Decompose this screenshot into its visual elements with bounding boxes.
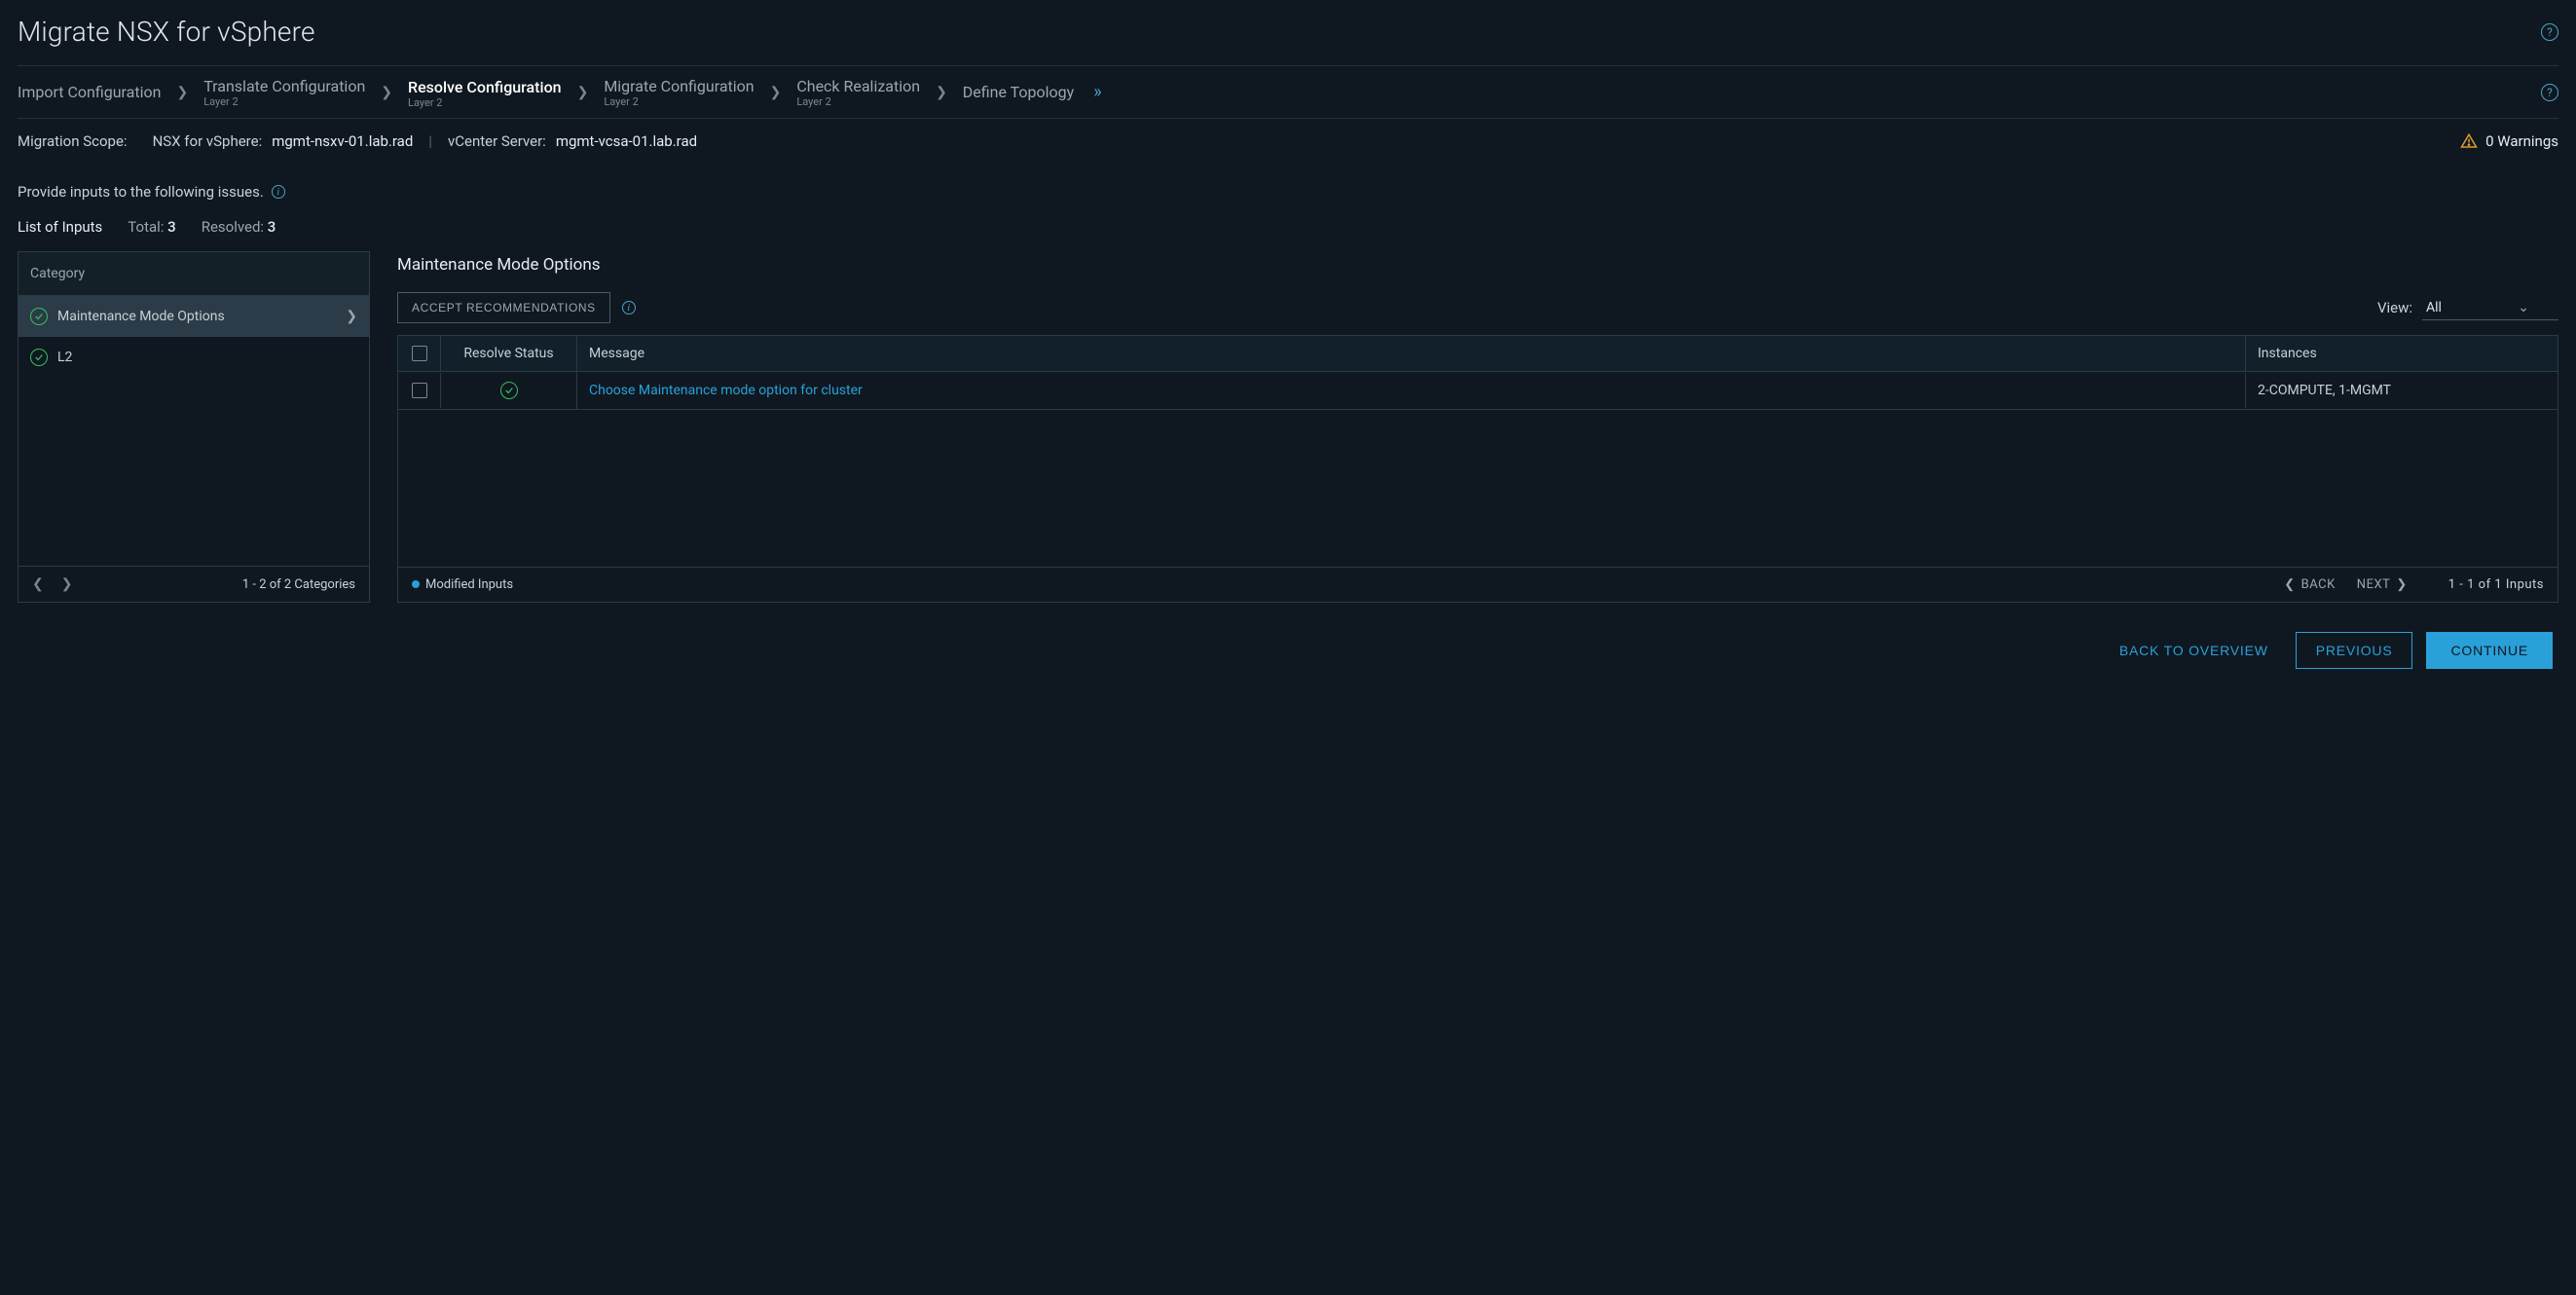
total-count: Total: 3 (128, 218, 175, 236)
check-circle-icon (30, 308, 48, 325)
warnings-indicator[interactable]: 0 Warnings (2460, 132, 2558, 150)
step-migrate[interactable]: Migrate Configuration Layer 2 (604, 77, 754, 108)
col-message[interactable]: Message (577, 336, 2246, 371)
instances-value: 2-COMPUTE, 1-MGMT (2246, 373, 2558, 408)
category-header: Category (18, 252, 369, 296)
category-item-maintenance[interactable]: Maintenance Mode Options ❯ (18, 296, 369, 337)
resolved-count: Resolved: 3 (202, 218, 276, 236)
instruction-text: Provide inputs to the following issues. (18, 183, 264, 201)
step-define[interactable]: Define Topology (963, 83, 1074, 101)
message-link[interactable]: Choose Maintenance mode option for clust… (589, 383, 863, 398)
inputs-grid: Resolve Status Message Instances Choose … (397, 335, 2558, 603)
chevron-right-icon: ❯ (764, 85, 788, 100)
category-label: Maintenance Mode Options (57, 309, 225, 324)
steps-help-icon[interactable]: ? (2541, 84, 2558, 101)
scope-label: Migration Scope: (18, 132, 128, 150)
category-panel: Category Maintenance Mode Options ❯ L2 (18, 251, 370, 603)
help-icon[interactable]: ? (2541, 23, 2558, 41)
nsx-label: NSX for vSphere: (153, 132, 263, 150)
warning-icon (2460, 132, 2478, 150)
grid-range: 1 - 1 of 1 Inputs (2448, 577, 2544, 592)
list-of-inputs-label: List of Inputs (18, 218, 102, 236)
step-check[interactable]: Check Realization Layer 2 (796, 77, 920, 108)
chevron-right-icon: ❯ (375, 85, 398, 100)
chevron-down-icon: ⌄ (2518, 300, 2529, 315)
chevron-right-icon: ❯ (571, 85, 595, 100)
col-resolve-status[interactable]: Resolve Status (441, 336, 577, 371)
category-range: 1 - 2 of 2 Categories (242, 577, 355, 592)
page-title: Migrate NSX for vSphere (18, 16, 315, 48)
wizard-steps: Import Configuration ❯ Translate Configu… (18, 65, 2558, 119)
prev-page-icon[interactable]: ❮ (32, 576, 44, 592)
table-row: Choose Maintenance mode option for clust… (398, 372, 2558, 410)
next-page-icon[interactable]: ❯ (61, 576, 73, 592)
view-label: View: (2377, 299, 2412, 316)
continue-button[interactable]: CONTINUE (2426, 632, 2553, 669)
category-item-l2[interactable]: L2 (18, 337, 369, 378)
nsx-value: mgmt-nsxv-01.lab.rad (272, 132, 413, 150)
chevron-right-icon: ❯ (170, 85, 194, 100)
category-pager: ❮ ❯ (32, 576, 72, 592)
back-to-overview-button[interactable]: BACK TO OVERVIEW (2106, 633, 2282, 668)
chevron-right-icon: ❯ (346, 309, 357, 324)
previous-button[interactable]: PREVIOUS (2296, 632, 2413, 669)
legend-modified: Modified Inputs (412, 577, 513, 592)
category-label: L2 (57, 350, 72, 365)
col-instances[interactable]: Instances (2246, 336, 2558, 371)
more-steps-icon[interactable]: » (1084, 82, 1111, 102)
warnings-text: 0 Warnings (2485, 132, 2558, 150)
accept-recommendations-button[interactable]: ACCEPT RECOMMENDATIONS (397, 292, 610, 323)
detail-title: Maintenance Mode Options (397, 251, 2558, 292)
check-circle-icon (500, 382, 518, 399)
step-import[interactable]: Import Configuration (18, 83, 161, 101)
info-icon[interactable]: i (272, 185, 285, 199)
step-translate[interactable]: Translate Configuration Layer 2 (203, 77, 365, 108)
grid-next-button[interactable]: NEXT ❯ (2357, 577, 2408, 592)
info-icon[interactable]: i (622, 301, 636, 314)
vc-value: mgmt-vcsa-01.lab.rad (556, 132, 697, 150)
select-all-checkbox[interactable] (412, 346, 427, 361)
row-checkbox[interactable] (412, 383, 427, 398)
migration-scope: Migration Scope: NSX for vSphere: mgmt-n… (18, 119, 2558, 164)
vc-label: vCenter Server: (448, 132, 546, 150)
chevron-right-icon: ❯ (930, 85, 953, 100)
view-select[interactable]: All ⌄ (2422, 296, 2558, 320)
grid-back-button[interactable]: ❮ BACK (2284, 577, 2336, 592)
dot-icon (412, 580, 420, 588)
step-resolve[interactable]: Resolve Configuration Layer 2 (408, 78, 562, 109)
check-circle-icon (30, 349, 48, 366)
